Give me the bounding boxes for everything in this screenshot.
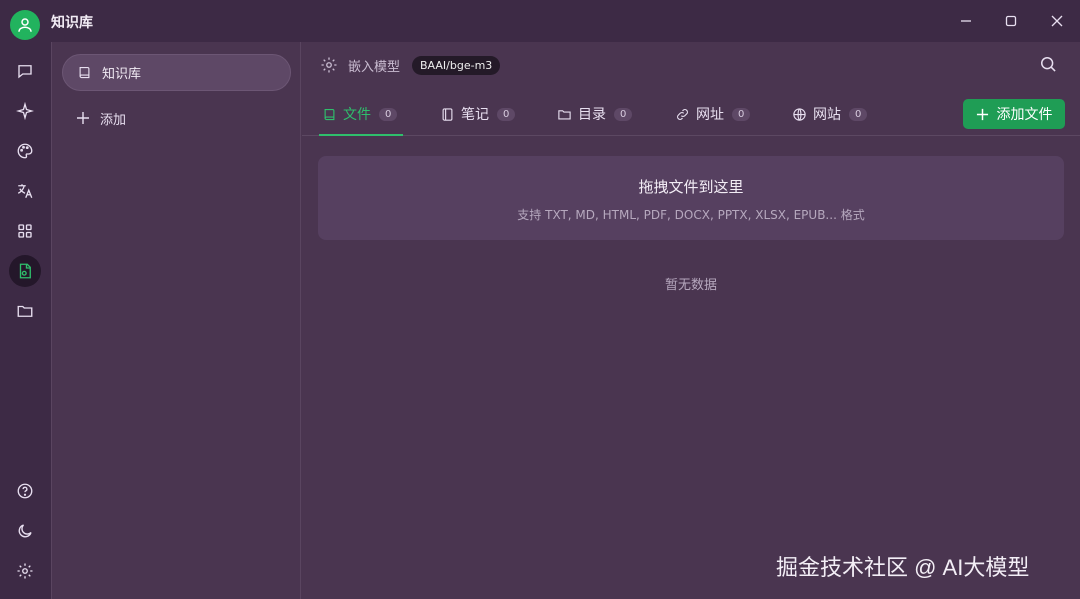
sparkle-icon[interactable] (9, 95, 41, 127)
tab-count: 0 (614, 107, 633, 121)
file-dropzone[interactable]: 拖拽文件到这里 支持 TXT, MD, HTML, PDF, DOCX, PPT… (318, 156, 1064, 240)
book-icon (77, 65, 92, 80)
book-icon (322, 107, 337, 122)
globe-icon (792, 107, 807, 122)
tab-notes[interactable]: 笔记 0 (440, 102, 516, 126)
search-icon[interactable] (1038, 54, 1060, 76)
tab-label: 目录 (578, 107, 606, 123)
translate-icon[interactable] (9, 175, 41, 207)
add-label: 添加 (100, 112, 127, 128)
user-avatar-icon[interactable] (10, 10, 40, 40)
main-panel: 嵌入模型 BAAI/bge-m3 文件 0 笔记 0 目录 0 网址 0 网站 … (302, 42, 1080, 599)
chat-icon[interactable] (9, 55, 41, 87)
minimize-icon[interactable] (953, 8, 979, 34)
notebook-icon (440, 107, 455, 122)
gear-icon[interactable] (320, 56, 338, 74)
palette-icon[interactable] (9, 135, 41, 167)
tab-count: 0 (379, 107, 398, 121)
knowledge-base-item-label: 知识库 (102, 67, 142, 82)
app-title: 知识库 (51, 15, 93, 31)
tab-count: 0 (849, 107, 868, 121)
embedding-model-label: 嵌入模型 (348, 59, 401, 75)
add-knowledge-base-button[interactable]: 添加 (76, 106, 126, 130)
tab-files[interactable]: 文件 0 (322, 102, 398, 126)
empty-state-text: 暂无数据 (664, 278, 717, 293)
tab-label: 网站 (813, 107, 841, 123)
plus-icon (976, 108, 989, 121)
add-file-button[interactable]: 添加文件 (963, 99, 1065, 129)
tab-label: 网址 (696, 107, 724, 123)
dropzone-title: 拖拽文件到这里 (638, 178, 744, 196)
help-icon[interactable] (9, 475, 41, 507)
knowledge-base-icon[interactable] (9, 255, 41, 287)
close-icon[interactable] (1044, 8, 1070, 34)
tab-count: 0 (732, 107, 751, 121)
tab-directory[interactable]: 目录 0 (557, 102, 633, 126)
tab-label: 笔记 (461, 107, 489, 123)
dropzone-subtitle: 支持 TXT, MD, HTML, PDF, DOCX, PPTX, XLSX,… (517, 208, 865, 222)
embedding-model-badge: BAAI/bge-m3 (412, 55, 501, 75)
tab-url[interactable]: 网址 0 (675, 102, 751, 126)
plus-icon (76, 111, 90, 125)
title-bar: 知识库 (0, 0, 1080, 42)
icon-sidebar (0, 42, 51, 599)
add-file-label: 添加文件 (996, 107, 1053, 123)
watermark: 掘金技术社区 @ AI大模型 (776, 555, 1030, 580)
active-tab-indicator (319, 134, 403, 136)
settings-icon[interactable] (9, 555, 41, 587)
folder-icon[interactable] (9, 295, 41, 327)
maximize-icon[interactable] (998, 8, 1024, 34)
tab-website[interactable]: 网站 0 (792, 102, 868, 126)
dark-mode-icon[interactable] (9, 515, 41, 547)
tab-label: 文件 (343, 107, 371, 123)
embedding-model-row: 嵌入模型 BAAI/bge-m3 (320, 54, 501, 76)
knowledge-base-item[interactable]: 知识库 (62, 54, 291, 91)
knowledge-base-sidebar: 知识库 添加 (51, 42, 301, 599)
folder-icon (557, 107, 572, 122)
link-icon (675, 107, 690, 122)
tab-count: 0 (497, 107, 516, 121)
apps-grid-icon[interactable] (9, 215, 41, 247)
